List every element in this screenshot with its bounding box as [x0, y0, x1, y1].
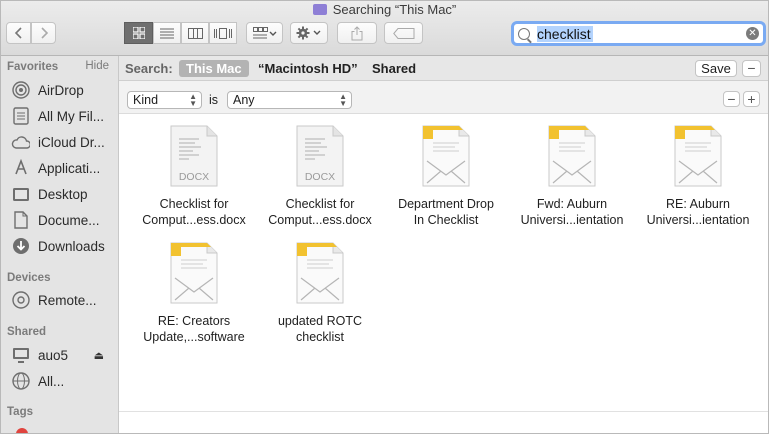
column-view-button[interactable] — [181, 22, 209, 44]
docx-file-icon: DOCX — [169, 125, 219, 187]
sidebar-item-icloud-drive[interactable]: iCloud Dr... — [11, 131, 116, 153]
cloud-icon — [11, 133, 30, 152]
eject-icon[interactable]: ⏏ — [94, 349, 104, 362]
list-view-button[interactable] — [153, 22, 181, 44]
tags-header: Tags — [7, 406, 33, 418]
file-icon-grid: DOCX Checklist for Comput...ess.docx DOCX… — [119, 114, 768, 433]
scope-macintosh-hd[interactable]: “Macintosh HD” — [251, 60, 365, 77]
file-name: updated ROTC checklist — [277, 314, 363, 344]
sidebar-item-desktop[interactable]: Desktop — [11, 183, 116, 205]
chevron-right-icon — [40, 27, 48, 39]
save-search-button[interactable]: Save — [695, 60, 737, 77]
toolbar: Searching “This Mac” checklist ✕ — [1, 1, 768, 56]
file-name: Checklist for Comput...ess.docx — [142, 197, 246, 227]
sidebar-item-downloads[interactable]: Downloads — [11, 235, 116, 257]
email-message-icon — [547, 125, 597, 187]
email-message-icon — [673, 125, 723, 187]
action-button[interactable] — [290, 22, 328, 44]
file-name: Department Drop In Checklist — [398, 197, 494, 227]
sidebar-item-documents[interactable]: Docume... — [11, 209, 116, 231]
tag-button[interactable] — [384, 22, 423, 44]
chevron-left-icon — [14, 27, 22, 39]
file-name: Fwd: Auburn Universi...ientation — [520, 197, 624, 227]
search-scope-bar: Search: This Mac “Macintosh HD” Shared S… — [119, 56, 768, 81]
file-item[interactable]: Department Drop In Checklist — [383, 125, 509, 228]
email-message-icon — [295, 242, 345, 304]
arrange-icon — [252, 27, 276, 39]
share-button[interactable] — [337, 22, 377, 44]
downloads-icon — [11, 237, 30, 256]
scope-shared[interactable]: Shared — [365, 60, 423, 77]
updown-chevron-icon: ▲ ▼ — [339, 92, 347, 108]
file-item[interactable]: RE: Auburn Universi...ientation — [635, 125, 761, 228]
sidebar-item-auo5[interactable]: auo5 ⏏ — [11, 344, 116, 366]
file-item[interactable]: DOCX Checklist for Comput...ess.docx — [257, 125, 383, 228]
finder-window: Searching “This Mac” checklist ✕ Favorit… — [0, 0, 769, 434]
airdrop-icon — [11, 81, 30, 100]
file-name: RE: Auburn Universi...ientation — [646, 197, 750, 227]
sidebar-item-airdrop[interactable]: AirDrop — [11, 79, 116, 101]
shared-header: Shared — [7, 326, 46, 338]
red-tag-icon[interactable] — [16, 428, 28, 433]
criteria-attribute-select[interactable]: Kind ▲ ▼ — [127, 91, 202, 109]
search-criteria-row: Kind ▲ ▼ is Any ▲ ▼ − + — [119, 81, 768, 114]
icon-view-button[interactable] — [124, 22, 153, 44]
cover-flow-button[interactable] — [209, 22, 237, 44]
share-icon — [351, 25, 363, 40]
file-item[interactable]: RE: Creators Update,...software — [131, 242, 257, 345]
cover-flow-icon — [214, 27, 232, 39]
gear-icon — [296, 26, 321, 40]
window-title: Searching “This Mac” — [1, 1, 768, 19]
email-message-icon — [421, 125, 471, 187]
criteria-operator: is — [209, 93, 219, 107]
document-icon — [11, 211, 30, 230]
network-globe-icon — [11, 372, 30, 391]
status-divider — [119, 411, 768, 412]
hide-favorites-button[interactable]: Hide — [85, 60, 109, 72]
file-item[interactable]: Fwd: Auburn Universi...ientation — [509, 125, 635, 228]
forward-button[interactable] — [31, 22, 56, 44]
favorites-header: Favorites — [7, 61, 59, 73]
search-input[interactable] — [537, 25, 593, 42]
docx-file-icon: DOCX — [295, 125, 345, 187]
grid-icon — [132, 27, 145, 39]
back-button[interactable] — [6, 22, 31, 44]
sidebar-item-applications[interactable]: Applicati... — [11, 157, 116, 179]
computer-icon — [11, 346, 30, 365]
file-item[interactable]: DOCX Checklist for Comput...ess.docx — [131, 125, 257, 228]
file-name: RE: Creators Update,...software — [143, 314, 245, 344]
clear-search-icon[interactable]: ✕ — [746, 27, 759, 40]
sidebar-item-remote-disc[interactable]: Remote... — [11, 289, 116, 311]
sidebar-item-all-my-files[interactable]: All My Fil... — [11, 105, 116, 127]
devices-header: Devices — [7, 272, 51, 284]
columns-icon — [187, 27, 203, 39]
arrange-button[interactable] — [246, 22, 283, 44]
file-name: Checklist for Comput...ess.docx — [268, 197, 372, 227]
file-item[interactable]: updated ROTC checklist — [257, 242, 383, 345]
scope-this-mac[interactable]: This Mac — [179, 60, 249, 77]
tag-icon — [392, 27, 414, 39]
applications-icon — [11, 159, 30, 178]
updown-chevron-icon: ▲ ▼ — [189, 92, 197, 108]
list-icon — [160, 28, 174, 38]
disc-icon — [11, 291, 30, 310]
sidebar-item-all-shared[interactable]: All... — [11, 370, 116, 392]
desktop-icon — [11, 185, 30, 204]
search-field[interactable]: ✕ — [511, 21, 766, 46]
add-criteria-button[interactable]: + — [743, 91, 760, 107]
all-files-icon — [11, 107, 30, 126]
scope-label: Search: — [125, 61, 173, 76]
search-icon — [518, 27, 530, 40]
sidebar: Favorites Hide AirDrop All My Fil... iCl… — [1, 56, 119, 433]
email-message-icon — [169, 242, 219, 304]
search-folder-icon — [312, 4, 327, 15]
remove-criteria-button[interactable]: − — [723, 91, 740, 107]
remove-search-button[interactable]: − — [742, 60, 761, 77]
criteria-value-select[interactable]: Any ▲ ▼ — [227, 91, 352, 109]
